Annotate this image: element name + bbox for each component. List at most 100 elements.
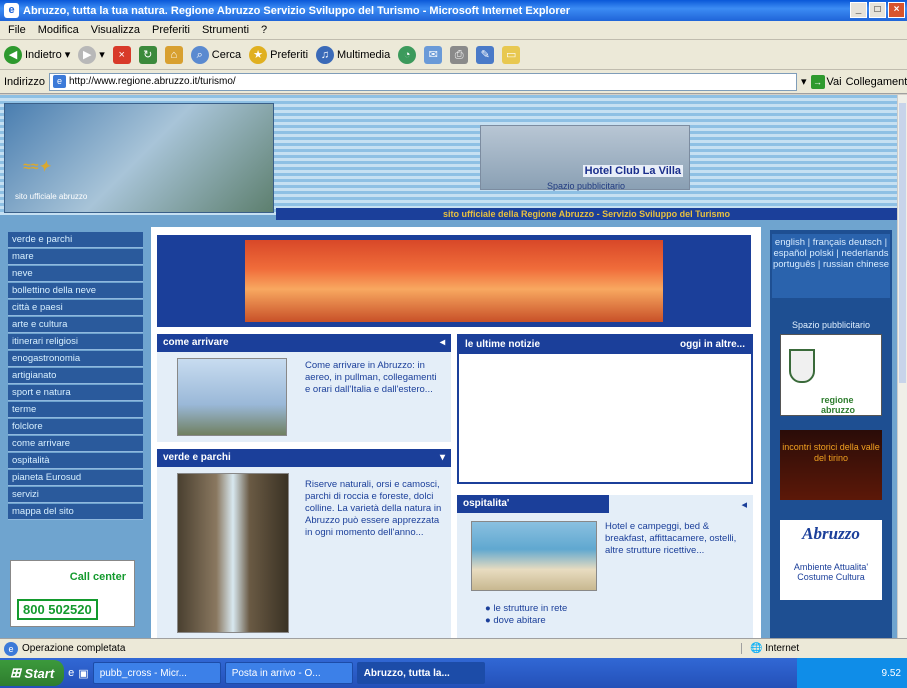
menu-view[interactable]: Visualizza (91, 24, 140, 36)
menu-edit[interactable]: Modifica (38, 24, 79, 36)
regione-ad[interactable]: regione abruzzo (780, 334, 882, 416)
start-button[interactable]: ⊞ Start (0, 660, 65, 686)
menu-help[interactable]: ? (261, 24, 267, 36)
toolbar: ◀ Indietro ▾ ▶ ▾ × ↻ ⌂ ⌕ Cerca ★ Preferiti … (0, 40, 907, 70)
edit-icon[interactable]: ✎ (476, 45, 495, 64)
task-pubb-cross[interactable]: pubb_cross - Micr... (92, 662, 221, 684)
logo-subtitle: sito ufficiale abruzzo (15, 192, 88, 201)
nav-mappa-sito[interactable]: mappa del sito (8, 504, 143, 520)
window-title-bar[interactable]: e Abruzzo, tutta la tua natura. Regione … (0, 0, 907, 21)
go-arrow-icon: → (810, 74, 825, 89)
list-item[interactable]: ● le strutture in rete (485, 603, 705, 615)
vertical-scrollbar[interactable] (897, 95, 907, 638)
menu-file[interactable]: File (8, 24, 26, 36)
star-icon: ★ (249, 45, 268, 64)
back-button[interactable]: ◀ Indietro ▾ (4, 45, 70, 64)
address-label: Indirizzo (4, 75, 45, 88)
refresh-icon[interactable]: ↻ (138, 45, 157, 64)
call-center-badge[interactable]: Call center 800 502520 (10, 560, 135, 627)
address-input[interactable]: e http://www.regione.abruzzo.it/turismo/ (48, 72, 797, 91)
news-more-link[interactable]: oggi in altre... (680, 336, 745, 354)
regione-ad-text: regione abruzzo (821, 395, 856, 415)
task-abruzzo[interactable]: Abruzzo, tutta la... (356, 662, 485, 684)
nav-folclore[interactable]: folclore (8, 419, 143, 435)
print-icon[interactable]: ⎙ (450, 45, 469, 64)
go-button[interactable]: → Vai (810, 74, 842, 89)
menu-tools[interactable]: Strumenti (202, 24, 249, 36)
links-label[interactable]: Collegamenti (846, 76, 907, 88)
search-button[interactable]: ⌕ Cerca (190, 45, 241, 64)
forward-arrow-icon: ▶ (78, 45, 97, 64)
airplane-photo (177, 358, 287, 436)
news-box[interactable]: le ultime notizie oggi in altre... (457, 334, 753, 484)
come-arrivare-box[interactable]: come arrivare ◂ Come arrivare in Abruzzo:… (157, 334, 451, 442)
windows-flag-icon: ⊞ (10, 665, 21, 680)
scroll-thumb[interactable] (899, 103, 906, 383)
call-center-title: Call center (69, 571, 126, 583)
clock[interactable]: 9.52 (882, 668, 901, 679)
box-header: ospitalita' (457, 495, 609, 513)
nav-arte-cultura[interactable]: arte e cultura (8, 317, 143, 333)
nav-mare[interactable]: mare (8, 249, 143, 265)
nav-enogastronomia[interactable]: enogastronomia (8, 351, 143, 367)
sunset-banner (157, 235, 751, 327)
site-bar: sito ufficiale della Regione Abruzzo - S… (276, 208, 897, 220)
nav-artigianato[interactable]: artigianato (8, 368, 143, 384)
ospitalita-box[interactable]: ospitalita' ◂ Hotel e campeggi, bed & br… (457, 495, 753, 638)
arrow-icon: ◂ (439, 337, 445, 348)
ospitalita-list: ● le strutture in rete ● dove abitare (485, 603, 705, 627)
forward-button[interactable]: ▶ ▾ (78, 45, 105, 64)
site-logo[interactable]: ≈≈✦ sito ufficiale abruzzo (4, 103, 274, 213)
nav-neve[interactable]: neve (8, 266, 143, 282)
stop-icon[interactable]: × (112, 45, 131, 64)
page-icon: e (52, 75, 66, 88)
nav-pianeta-eurosud[interactable]: pianeta Eurosud (8, 470, 143, 486)
nav-come-arrivare[interactable]: come arrivare (8, 436, 143, 452)
nav-itinerari-religiosi[interactable]: itinerari religiosi (8, 334, 143, 350)
quicklaunch-desktop-icon[interactable]: ▣ (78, 667, 88, 680)
maximize-button[interactable]: □ (869, 2, 886, 18)
hotel-ad-title: Hotel Club La Villa (582, 165, 683, 177)
tirino-ad[interactable]: incontri storici della valle del tirino (780, 430, 882, 500)
media-button[interactable]: ♫ Multimedia (316, 45, 390, 64)
history-icon[interactable]: ◔ (398, 45, 417, 64)
box-header: verde e parchi ▾ (157, 449, 451, 467)
side-nav: verde e parchi mare neve bollettino dell… (8, 232, 143, 521)
nav-servizi[interactable]: servizi (8, 487, 143, 503)
quicklaunch-ie-icon[interactable]: e (68, 667, 74, 679)
task-outlook[interactable]: Posta in arrivo - O... (224, 662, 353, 684)
nav-terme[interactable]: terme (8, 402, 143, 418)
close-button[interactable]: × (888, 2, 905, 18)
favorites-button[interactable]: ★ Preferiti (249, 45, 308, 64)
page-header: ≈≈✦ sito ufficiale abruzzo Hotel Club La… (0, 95, 897, 220)
address-dropdown[interactable]: ▾ (801, 75, 807, 88)
call-center-number: 800 502520 (17, 599, 98, 620)
magazine-subtitle: Ambiente Attualita' Costume Cultura (793, 562, 869, 582)
nav-citta-paesi[interactable]: città e paesi (8, 300, 143, 316)
mail-icon[interactable]: ✉ (424, 45, 443, 64)
nav-bollettino-neve[interactable]: bollettino della neve (8, 283, 143, 299)
system-tray: 9.52 (797, 658, 907, 688)
minimize-button[interactable]: _ (850, 2, 867, 18)
menu-favorites[interactable]: Preferiti (152, 24, 190, 36)
ad-space-label: Spazio pubblicitario (791, 320, 871, 330)
search-icon: ⌕ (190, 45, 209, 64)
abruzzo-magazine-ad[interactable]: Abruzzo Ambiente Attualita' Costume Cult… (780, 520, 882, 600)
window-title: Abruzzo, tutta la tua natura. Regione Ab… (23, 4, 570, 17)
nav-ospitalita[interactable]: ospitalità (8, 453, 143, 469)
abruzzo-logo-icon: ≈≈✦ (23, 158, 51, 174)
nav-sport-natura[interactable]: sport e natura (8, 385, 143, 401)
folder-icon[interactable]: ▭ (502, 45, 521, 64)
sunset-image (245, 240, 663, 322)
main-content: come arrivare ◂ Come arrivare in Abruzzo:… (151, 227, 761, 638)
ad-label: Spazio pubblicitario (547, 181, 626, 191)
coat-of-arms-icon (789, 349, 815, 383)
list-item[interactable]: ● dove abitare (485, 615, 705, 627)
language-links[interactable]: english | français deutsch | español pol… (772, 234, 890, 298)
verde-parchi-box[interactable]: verde e parchi ▾ Riserve naturali, orsi e… (157, 449, 451, 638)
back-arrow-icon: ◀ (4, 45, 22, 64)
home-icon[interactable]: ⌂ (164, 45, 183, 64)
nav-verde-parchi[interactable]: verde e parchi (8, 232, 143, 248)
web-page: ≈≈✦ sito ufficiale abruzzo Hotel Club La… (0, 95, 897, 638)
hotel-ad-banner[interactable]: Hotel Club La Villa Spazio pubblicitario (480, 125, 690, 191)
